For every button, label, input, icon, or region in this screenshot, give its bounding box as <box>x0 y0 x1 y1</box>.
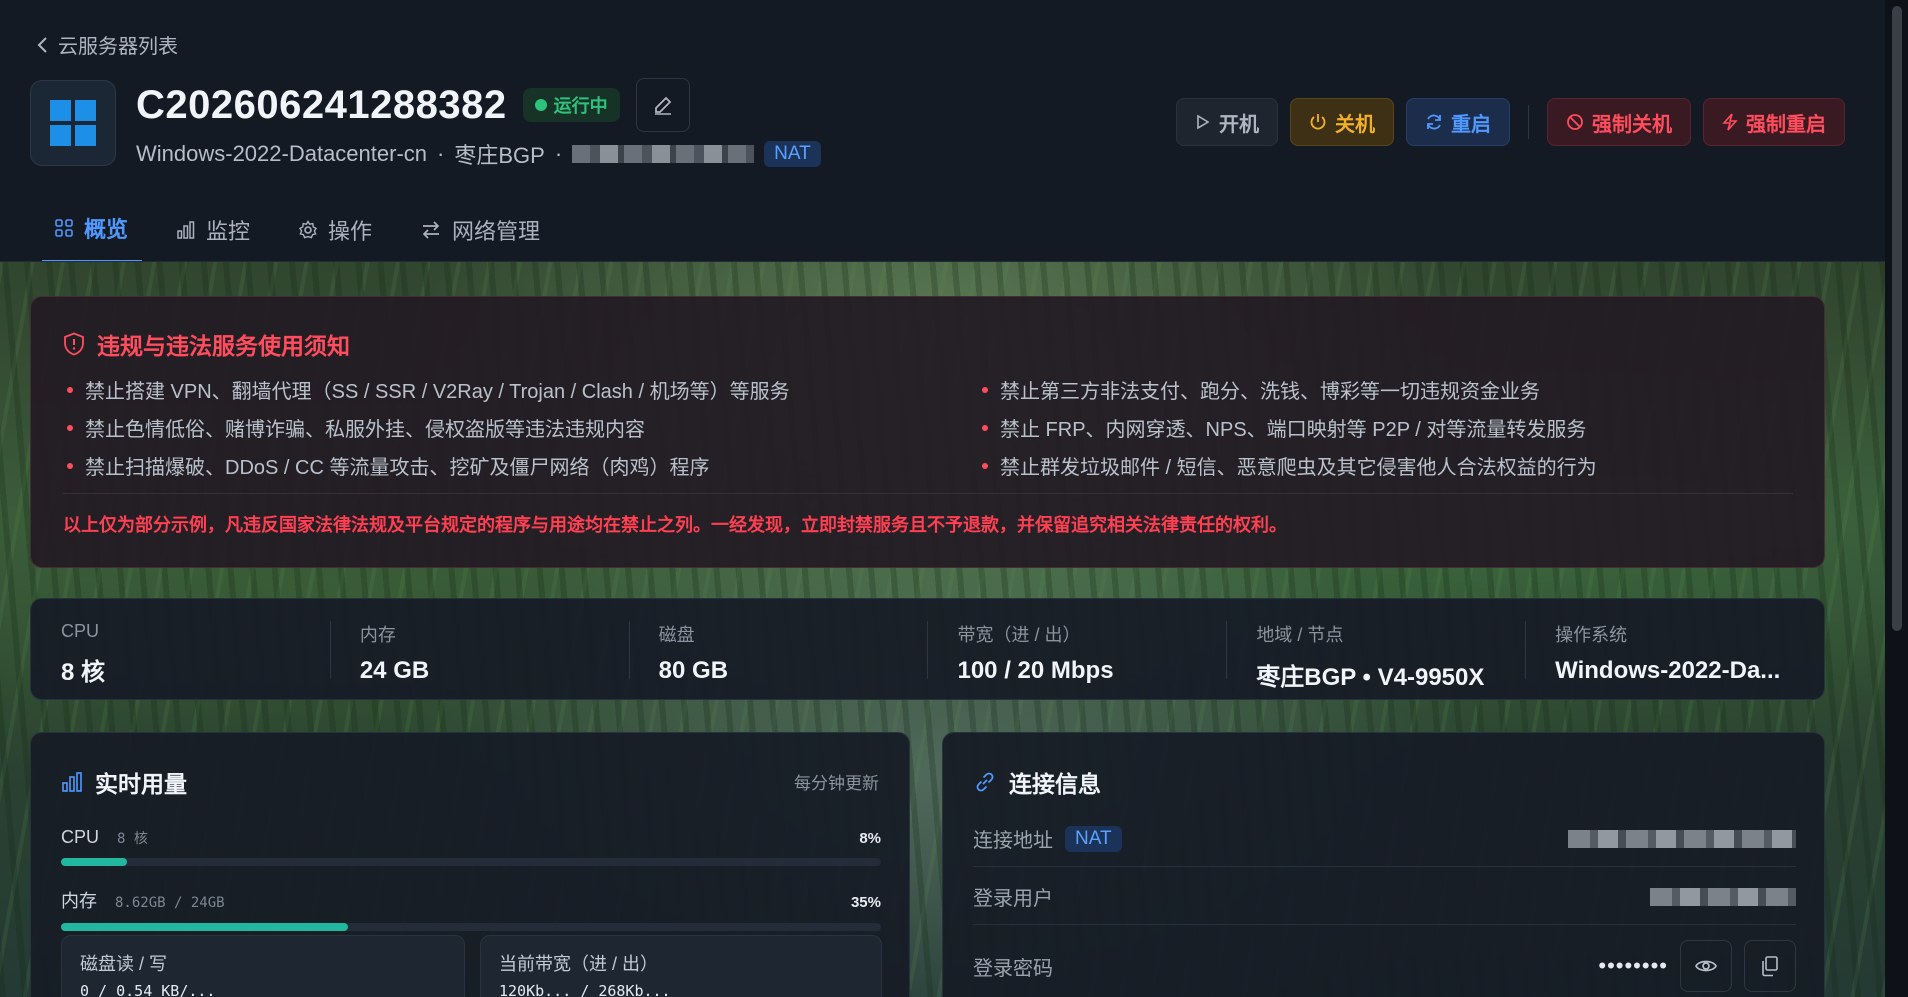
spec-disk: 磁盘 80 GB <box>628 599 928 699</box>
memory-progress-track <box>61 923 881 931</box>
force-shutdown-button[interactable]: 强制关机 <box>1547 98 1691 146</box>
bullet-icon <box>982 386 988 393</box>
link-icon <box>976 772 994 792</box>
connection-title: 连接信息 <box>973 765 1101 799</box>
rule-item: 禁止 FRP、内网穿透、NPS、端口映射等 P2P / 对等流量转发服务 <box>982 413 1586 442</box>
action-divider <box>1528 105 1529 139</box>
tab-bar: 概览 监控 操作 网络管理 <box>42 212 576 263</box>
tab-network[interactable]: 网络管理 <box>408 212 554 263</box>
memory-meter: 内存 8.62GB / 24GB 35% <box>61 887 881 931</box>
tab-overview[interactable]: 概览 <box>42 212 143 263</box>
address-value-masked[interactable] <box>1568 829 1796 848</box>
connection-panel: 连接信息 连接地址 NAT 登录用户 登录密码 •••••••• <box>942 732 1825 997</box>
spec-summary: CPU 8 核 内存 24 GB 磁盘 80 GB 带宽（进 / 出） 100 / 20… <box>30 598 1825 700</box>
page-scrollbar[interactable] <box>1885 0 1908 997</box>
page-header: 云服务器列表 C202606241288382 运行中 Windows-2022… <box>0 0 1885 263</box>
rule-item: 禁止第三方非法支付、跑分、洗钱、博彩等一切违规资金业务 <box>982 375 1540 404</box>
memory-progress-fill <box>61 923 348 931</box>
gear-icon <box>299 219 318 238</box>
user-value-masked[interactable] <box>1650 887 1796 906</box>
shield-icon <box>64 332 84 356</box>
status-badge: 运行中 <box>522 88 620 122</box>
power-icon <box>1310 114 1326 130</box>
reboot-button[interactable]: 重启 <box>1406 98 1510 146</box>
edit-icon <box>654 96 671 115</box>
copy-icon <box>1762 956 1778 977</box>
bullet-icon <box>67 462 73 469</box>
cpu-percent: 8% <box>859 830 881 847</box>
rule-item: 禁止色情低俗、赌博诈骗、私服外挂、侵权盗版等违法违规内容 <box>67 413 645 442</box>
cpu-meter: CPU 8 核 8% <box>61 827 881 866</box>
update-frequency-note: 每分钟更新 <box>794 774 879 793</box>
bar-chart-icon <box>62 772 82 792</box>
start-button[interactable]: 开机 <box>1176 98 1278 146</box>
bullet-icon <box>982 462 988 469</box>
title-row: C202606241288382 运行中 <box>136 78 690 132</box>
copy-password-button[interactable] <box>1744 940 1796 992</box>
cpu-progress-track <box>61 858 881 866</box>
spec-bandwidth: 带宽（进 / 出） 100 / 20 Mbps <box>927 599 1226 699</box>
edit-button[interactable] <box>635 78 690 132</box>
back-link[interactable]: 云服务器列表 <box>36 30 178 59</box>
rule-item: 禁止搭建 VPN、翻墙代理（SS / SSR / V2Ray / Trojan … <box>67 375 790 404</box>
force-reboot-button[interactable]: 强制重启 <box>1703 98 1845 146</box>
tab-operations[interactable]: 操作 <box>286 212 386 263</box>
memory-percent: 35% <box>850 894 881 911</box>
tab-monitor[interactable]: 监控 <box>164 212 264 263</box>
notice-divider <box>63 493 1793 494</box>
status-label: 运行中 <box>553 96 608 116</box>
ban-icon <box>1567 114 1583 130</box>
spec-region: 地域 / 节点 枣庄BGP • V4-9950X <box>1226 599 1525 699</box>
status-dot-icon <box>534 99 547 111</box>
bullet-icon <box>982 424 988 431</box>
region-label: 枣庄BGP <box>454 143 545 168</box>
grid-icon <box>55 219 73 237</box>
bar-chart-icon <box>177 220 195 239</box>
notice-footer: 以上仅为部分示例，凡违反国家法律法规及平台规定的程序与用途均在禁止之列。一经发现… <box>63 515 1287 535</box>
compliance-notice: 违规与违法服务使用须知 禁止搭建 VPN、翻墙代理（SS / SSR / V2R… <box>30 296 1825 568</box>
power-actions: 开机 关机 重启 强制关机 强制重启 <box>1176 98 1845 146</box>
spec-memory: 内存 24 GB <box>329 599 629 699</box>
bullet-icon <box>67 386 73 393</box>
server-subtitle: Windows-2022-Datacenter-cn · 枣庄BGP · NAT <box>136 138 821 170</box>
ip-address-masked <box>572 145 755 163</box>
cpu-progress-fill <box>61 858 127 866</box>
bullet-icon <box>67 424 73 431</box>
back-label: 云服务器列表 <box>58 36 178 58</box>
refresh-icon <box>1427 114 1441 130</box>
play-icon <box>1197 114 1210 130</box>
chevron-left-icon <box>37 36 47 53</box>
rule-item: 禁止群发垃圾邮件 / 短信、恶意爬虫及其它侵害他人合法权益的行为 <box>982 451 1597 480</box>
disk-io-card: 磁盘读 / 写 0 / 0.54 KB/... <box>61 935 465 997</box>
spec-cpu: CPU 8 核 <box>61 621 106 686</box>
notice-title: 违规与违法服务使用须知 <box>63 327 350 361</box>
connection-address-row: 连接地址 NAT <box>973 811 1796 867</box>
windows-icon <box>50 100 96 146</box>
spec-os: 操作系统 Windows-2022-Da... <box>1525 599 1824 699</box>
usage-title: 实时用量 <box>61 765 187 799</box>
os-logo <box>30 80 116 166</box>
server-id: C202606241288382 <box>136 82 507 127</box>
bolt-icon <box>1722 113 1738 131</box>
shutdown-button[interactable]: 关机 <box>1290 98 1394 146</box>
nat-badge: NAT <box>764 141 821 167</box>
server-detail-page: 云服务器列表 C202606241288382 运行中 Windows-2022… <box>0 0 1885 997</box>
login-user-row: 登录用户 <box>973 869 1796 925</box>
eye-icon <box>1695 960 1717 972</box>
nat-badge: NAT <box>1065 825 1122 852</box>
password-value: •••••••• <box>1598 953 1668 978</box>
bandwidth-card: 当前带宽（进 / 出） 120Kb... / 268Kb... <box>480 935 882 997</box>
show-password-button[interactable] <box>1680 940 1732 992</box>
rule-item: 禁止扫描爆破、DDoS / CC 等流量攻击、挖矿及僵尸网络（肉鸡）程序 <box>67 451 709 480</box>
scrollbar-thumb[interactable] <box>1892 6 1902 631</box>
login-password-row: 登录密码 •••••••• <box>973 931 1796 997</box>
os-image-label: Windows-2022-Datacenter-cn <box>136 141 428 166</box>
swap-icon <box>422 220 440 239</box>
